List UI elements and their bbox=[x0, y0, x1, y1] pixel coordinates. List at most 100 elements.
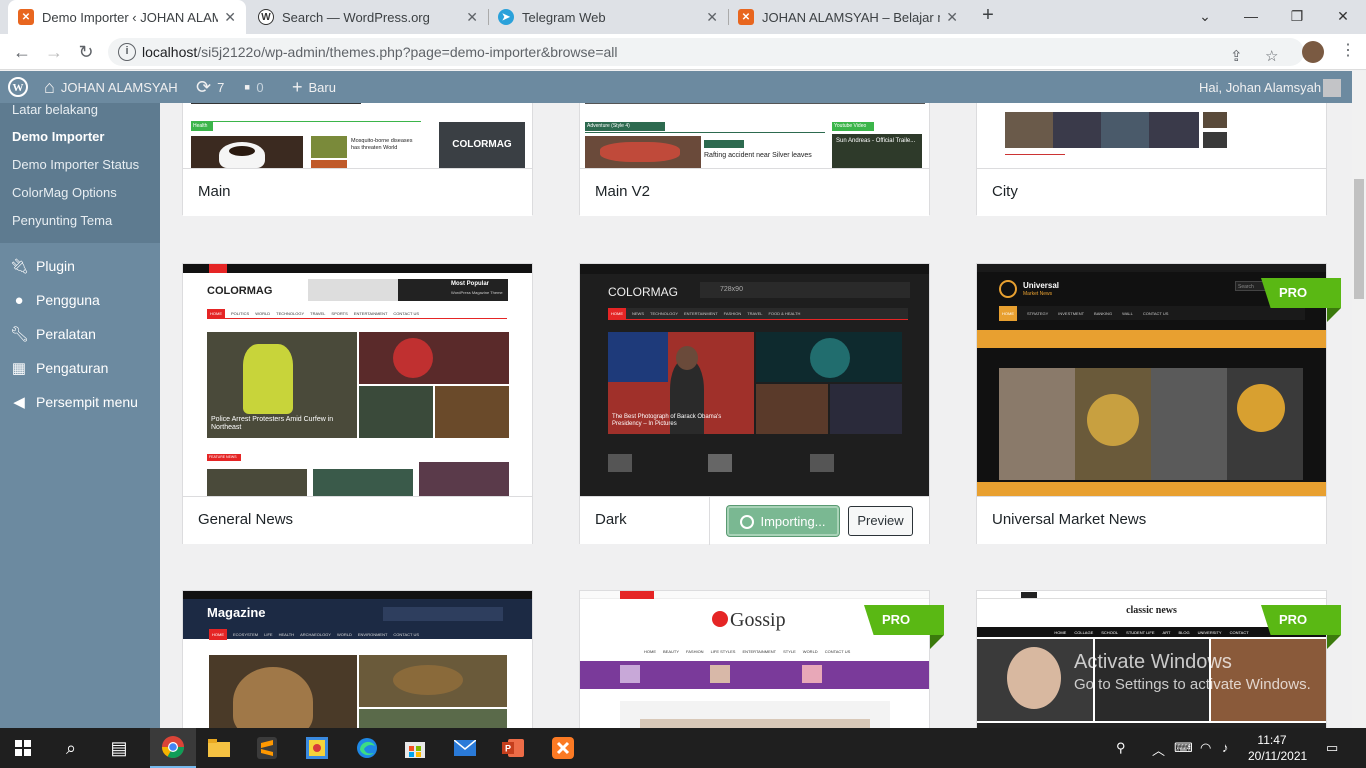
page-scrollbar[interactable] bbox=[1352, 71, 1366, 728]
file-explorer-icon[interactable] bbox=[196, 728, 242, 768]
importing-button[interactable]: Importing... bbox=[727, 506, 839, 536]
taskbar-clock[interactable]: 11:47 20/11/2021 bbox=[1248, 732, 1307, 764]
xampp-taskbar-icon[interactable] bbox=[540, 728, 586, 768]
task-view-icon[interactable]: ▤ bbox=[96, 728, 142, 768]
demo-card-footer: Universal Market News bbox=[977, 496, 1326, 544]
admin-sidebar: Latar belakang Demo Importer Demo Import… bbox=[0, 103, 160, 728]
people-icon[interactable]: ⚲ bbox=[1116, 740, 1126, 756]
svg-text:P: P bbox=[505, 744, 511, 754]
browser-menu-icon[interactable]: ⋮ bbox=[1340, 40, 1356, 60]
tab-johan-alamsyah[interactable]: ✕ JOHAN ALAMSYAH – Belajar mar ✕ bbox=[728, 0, 968, 34]
submenu-demo-importer-status[interactable]: Demo Importer Status bbox=[0, 151, 160, 179]
magazine-logo: Magazine bbox=[207, 605, 266, 620]
mail-icon[interactable] bbox=[442, 728, 488, 768]
close-tab-icon[interactable]: ✕ bbox=[224, 9, 236, 26]
demo-thumbnail: Magazine HOME ECOSYSTEM LIFE HEALTH ARCHAEO… bbox=[183, 591, 532, 728]
sidebar-item-tools[interactable]: 🔧︎ Peralatan bbox=[0, 317, 160, 351]
forward-icon[interactable]: → bbox=[42, 40, 66, 64]
submenu-colormag-options[interactable]: ColorMag Options bbox=[0, 179, 160, 207]
submenu-theme-editor[interactable]: Penyunting Tema bbox=[0, 207, 160, 235]
sidebar-item-plugin[interactable]: 🔌︎ Plugin bbox=[0, 249, 160, 283]
demo-card-universal-market-news[interactable]: Universal Market News Search HOME STRATE… bbox=[976, 263, 1341, 544]
submenu-demo-importer[interactable]: Demo Importer bbox=[0, 123, 160, 151]
tab-search-icon[interactable]: ⌄ bbox=[1182, 0, 1228, 34]
demo-grid: Health Mosquito-borne diseases has threa… bbox=[160, 103, 1352, 728]
tray-chevron-icon[interactable]: ︿ bbox=[1152, 740, 1165, 759]
demo-card-magazine[interactable]: Magazine HOME ECOSYSTEM LIFE HEALTH ARCHAEO… bbox=[182, 590, 533, 728]
profile-avatar[interactable] bbox=[1302, 41, 1324, 63]
bookmark-star-icon[interactable]: ☆ bbox=[1265, 47, 1278, 65]
back-icon[interactable]: ← bbox=[10, 40, 34, 64]
demo-thumbnail: COLORMAG 728x90 HOME NEWS TECHNOLOGY ENTER… bbox=[580, 264, 929, 496]
site-info-icon[interactable]: i bbox=[118, 43, 136, 61]
search-icon[interactable]: ⌕ bbox=[48, 728, 94, 768]
minimize-button[interactable]: — bbox=[1228, 0, 1274, 34]
demo-card-main[interactable]: Health Mosquito-borne diseases has threa… bbox=[182, 103, 533, 216]
chrome-taskbar-icon[interactable] bbox=[150, 728, 196, 768]
restore-button[interactable]: ❐ bbox=[1274, 0, 1320, 34]
comments-link[interactable]: ▪ 0 bbox=[244, 71, 264, 103]
users-icon: ● bbox=[14, 291, 24, 309]
url-field[interactable]: i localhost/si5j2122o/wp-admin/themes.ph… bbox=[108, 38, 1304, 66]
store-icon[interactable] bbox=[392, 728, 438, 768]
notification-icon[interactable]: ▭ bbox=[1326, 740, 1338, 756]
windows-taskbar: ⌕ ▤ P ⚲ ︿ ⌨ ◠ ♪ 11:47 20/11/2021 ▭ bbox=[0, 728, 1366, 768]
home-icon: ⌂ bbox=[44, 76, 55, 97]
sidebar-item-collapse[interactable]: ◀ Persempit menu bbox=[0, 385, 160, 419]
ime-icon[interactable]: ⌨ bbox=[1174, 740, 1193, 756]
demo-card-gossip[interactable]: Gossip HOME BEAUTY FASHION LIFE STYLES ENTER… bbox=[579, 590, 944, 728]
close-window-button[interactable]: ✕ bbox=[1320, 0, 1366, 34]
new-tab-button[interactable]: + bbox=[976, 4, 1000, 30]
close-tab-icon[interactable]: ✕ bbox=[946, 9, 958, 26]
scrollbar-thumb[interactable] bbox=[1354, 179, 1364, 299]
plus-icon: + bbox=[292, 76, 303, 97]
start-button[interactable] bbox=[0, 728, 46, 768]
tab-demo-importer[interactable]: ✕ Demo Importer ‹ JOHAN ALAMSYAH ✕ bbox=[8, 0, 246, 34]
browser-tab-strip: ✕ Demo Importer ‹ JOHAN ALAMSYAH ✕ W Sea… bbox=[0, 0, 1366, 34]
share-icon[interactable]: ⇪ bbox=[1230, 47, 1243, 65]
demo-card-dark[interactable]: COLORMAG 728x90 HOME NEWS TECHNOLOGY ENTER… bbox=[579, 263, 930, 545]
demo-card-city[interactable]: City bbox=[976, 103, 1327, 216]
updates-icon: ⟳ bbox=[196, 76, 212, 97]
sidebar-item-users[interactable]: ● Pengguna bbox=[0, 283, 160, 317]
preview-button[interactable]: Preview bbox=[848, 506, 913, 536]
reload-icon[interactable]: ↻ bbox=[74, 40, 98, 64]
demo-name: City bbox=[992, 183, 1018, 200]
wordpress-icon: W bbox=[258, 9, 274, 25]
close-tab-icon[interactable]: ✕ bbox=[706, 9, 718, 26]
demo-thumbnail bbox=[977, 103, 1326, 168]
demo-name: General News bbox=[198, 511, 294, 528]
sublime-text-icon[interactable] bbox=[244, 728, 290, 768]
demo-name: Main bbox=[198, 183, 231, 200]
powerpoint-icon[interactable]: P bbox=[490, 728, 536, 768]
spinner-icon bbox=[740, 515, 755, 529]
demo-card-footer: Dark Importing... Preview bbox=[580, 496, 929, 545]
demo-card-footer: General News bbox=[183, 496, 532, 544]
volume-icon[interactable]: ♪ bbox=[1222, 740, 1229, 755]
user-avatar[interactable] bbox=[1323, 79, 1341, 97]
submenu-background[interactable]: Latar belakang bbox=[0, 103, 160, 123]
tab-wordpress-search[interactable]: W Search — WordPress.org ✕ bbox=[248, 0, 488, 34]
demo-card-footer: Main bbox=[183, 168, 532, 216]
edge-icon[interactable] bbox=[344, 728, 390, 768]
close-tab-icon[interactable]: ✕ bbox=[466, 9, 478, 26]
collapse-icon: ◀ bbox=[13, 394, 25, 411]
wordpress-logo-icon[interactable]: W bbox=[8, 71, 28, 103]
url-text: localhost/si5j2122o/wp-admin/themes.php?… bbox=[142, 44, 618, 60]
demo-card-general-news[interactable]: COLORMAG Most Popular WordPress Magazine… bbox=[182, 263, 533, 544]
plugin-icon: 🔌︎ bbox=[10, 258, 30, 275]
wifi-icon[interactable]: ◠ bbox=[1200, 740, 1211, 756]
sidebar-item-settings[interactable]: ▦ Pengaturan bbox=[0, 351, 160, 385]
svg-text:W: W bbox=[13, 82, 24, 94]
settings-icon: ▦ bbox=[11, 360, 27, 377]
demo-card-main-v2[interactable]: Adventure (Style 4) Rafting accident nea… bbox=[579, 103, 930, 216]
game-app-icon[interactable] bbox=[294, 728, 340, 768]
pro-badge: PRO bbox=[1261, 605, 1341, 649]
site-name-link[interactable]: ⌂ JOHAN ALAMSYAH bbox=[44, 71, 178, 103]
demo-thumbnail: Health Mosquito-borne diseases has threa… bbox=[183, 103, 532, 168]
tab-telegram[interactable]: ➤ Telegram Web ✕ bbox=[488, 0, 728, 34]
my-account-link[interactable]: Hai, Johan Alamsyah bbox=[1199, 71, 1321, 103]
updates-link[interactable]: ⟳ 7 bbox=[196, 71, 224, 103]
wp-admin-bar: W ⌂ JOHAN ALAMSYAH ⟳ 7 ▪ 0 + Baru Hai, J… bbox=[0, 71, 1352, 103]
new-content-link[interactable]: + Baru bbox=[292, 71, 336, 103]
